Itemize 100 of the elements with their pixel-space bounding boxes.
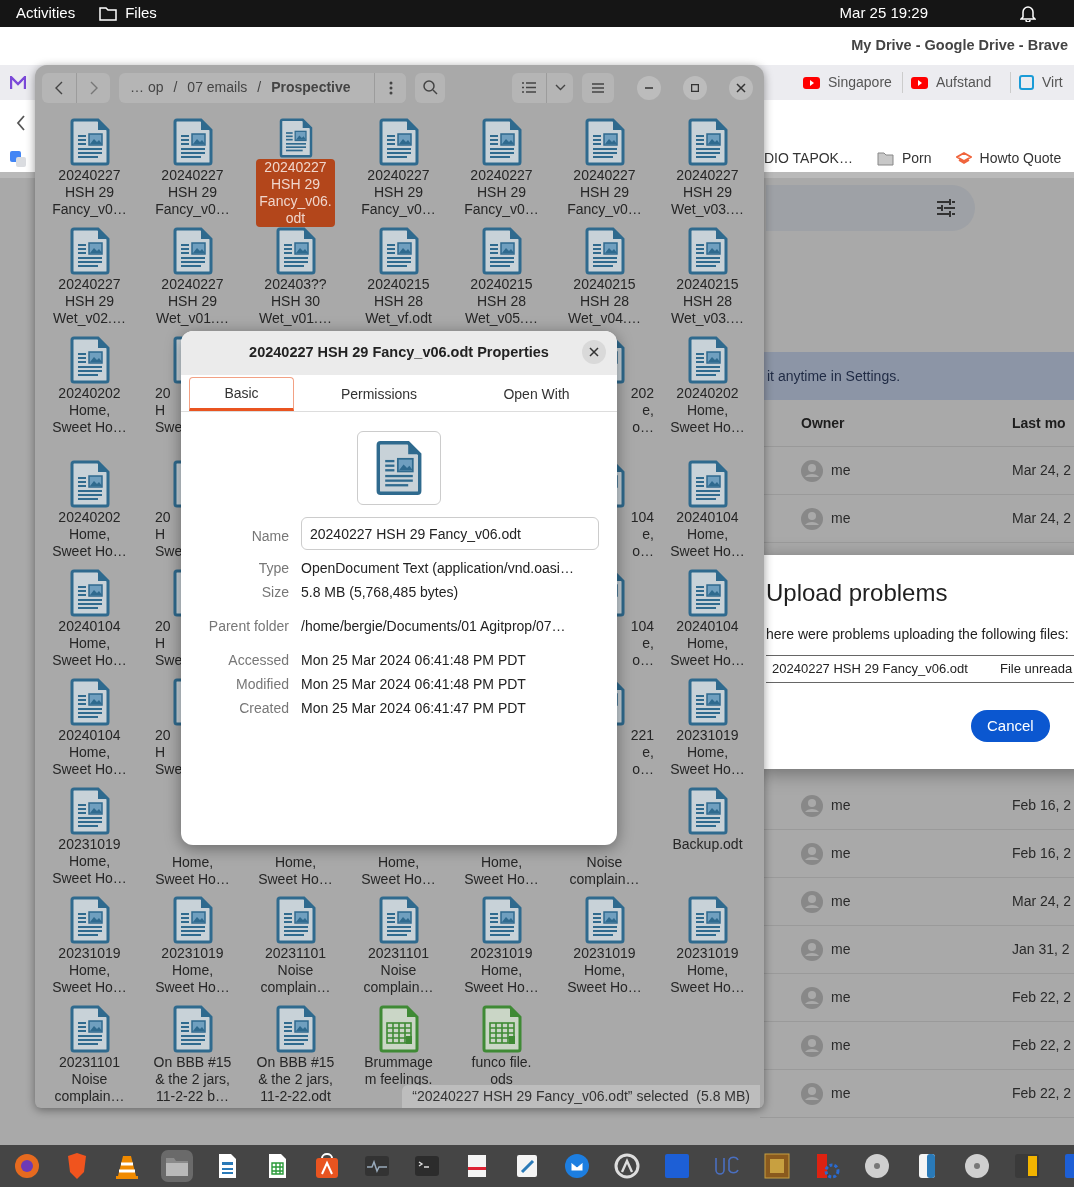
tab[interactable]: Open With [464, 377, 609, 411]
file-name[interactable]: 20240227 HSH 29 Fancy_v0… [152, 167, 233, 218]
file-name[interactable]: 20231019 Home, Sweet Ho… [564, 945, 645, 996]
file-name[interactable]: Home, Sweet Ho… [255, 854, 336, 888]
close-button[interactable] [729, 75, 753, 100]
file-name[interactable]: 20240202 Home, Sweet Ho… [49, 385, 130, 436]
file-name[interactable]: 20240215 HSH 28 Wet_v03.… [668, 276, 747, 327]
m-logo-icon[interactable] [10, 75, 26, 90]
avatar-icon [801, 938, 823, 961]
clock[interactable]: Mar 25 19:29 [839, 2, 928, 25]
breadcrumb[interactable]: … op [125, 77, 169, 98]
file-name[interactable]: 221 e, o… [630, 727, 656, 778]
file-name[interactable]: Home, Sweet Ho… [461, 854, 542, 888]
file-name[interactable]: 20 H Swe [141, 509, 186, 560]
maximize-button[interactable] [683, 75, 707, 100]
view-button[interactable] [512, 72, 546, 103]
browser-tab[interactable]: Virt [1011, 72, 1071, 93]
file-name[interactable]: 20240104 Home, Sweet Ho… [667, 618, 748, 669]
dialog-title: Upload problems [766, 579, 949, 608]
file-name[interactable]: 20240227 HSH 29 Fancy_v06. odt [256, 159, 335, 227]
file-name[interactable]: 202 e, o… [630, 385, 656, 436]
bookmark[interactable]: Porn [876, 148, 932, 169]
folder-icon[interactable] [161, 1150, 193, 1182]
file-name[interactable]: 20240202 Home, Sweet Ho… [49, 509, 130, 560]
file-name[interactable]: 20231019 Home, Sweet Ho… [49, 836, 130, 887]
file-name[interactable]: 20240227 HSH 29 Fancy_v0… [564, 167, 645, 218]
file-name[interactable]: Home, Sweet Ho… [358, 854, 439, 888]
file-name[interactable]: 20231019 Home, Sweet Ho… [667, 945, 748, 996]
square-icon [1019, 75, 1034, 90]
file-name[interactable]: 20 H Swe [141, 618, 186, 669]
filter-icon[interactable] [936, 199, 956, 217]
menu-button[interactable] [582, 72, 614, 103]
close-button[interactable] [582, 340, 606, 364]
dropdown-button[interactable] [546, 72, 573, 103]
list-icon [522, 82, 536, 93]
translate-icon[interactable] [10, 150, 26, 167]
file-name[interactable]: 202403?? HSH 30 Wet_v01.… [256, 276, 335, 327]
modified-date: Mar 24, 2 [1012, 461, 1072, 480]
file-name[interactable]: On BBB #15 & the 2 jars, 11-2-22 b… [150, 1054, 235, 1105]
file-name[interactable]: 20240215 HSH 28 Wet_v04.… [565, 276, 644, 327]
file-name[interactable]: 20240227 HSH 29 Wet_v03.… [668, 167, 747, 218]
file-name[interactable]: Backup.odt [669, 836, 746, 853]
file-name[interactable]: Home, Sweet Ho… [152, 854, 233, 888]
owner-name: me [831, 509, 851, 528]
breadcrumb[interactable]: Prospective [266, 77, 356, 98]
file-name[interactable]: 20240202 Home, Sweet Ho… [667, 385, 748, 436]
box-icon[interactable] [761, 1150, 793, 1182]
avatar-icon [801, 842, 823, 865]
field-label: Created [238, 698, 290, 718]
file-name[interactable]: 20240227 HSH 29 Wet_v02.… [50, 276, 129, 327]
file-name[interactable]: Brummage m feelings. [361, 1054, 436, 1088]
owner-name: me [831, 461, 851, 480]
file-name[interactable]: 20231101 Noise complain… [51, 1054, 128, 1105]
cancel-button[interactable]: Cancel [971, 709, 1050, 743]
file-name[interactable]: On BBB #15 & the 2 jars, 11-2-22.odt [253, 1054, 338, 1105]
file-name[interactable]: 20240227 HSH 29 Wet_v01.… [153, 276, 232, 327]
file-name[interactable]: 20 H Swe [141, 727, 186, 778]
status-overlay: “20240227 HSH 29 Fancy_v06.odt” selected (5.8 MB) [402, 1085, 760, 1108]
file-name[interactable]: 20231101 Noise complain… [257, 945, 334, 996]
back-icon[interactable] [16, 114, 26, 131]
file-name[interactable]: 20240215 HSH 28 Wet_v05.… [462, 276, 541, 327]
file-name[interactable]: 20231101 Noise complain… [360, 945, 437, 996]
bookmark[interactable]: Howto Quote [955, 148, 1062, 169]
file-name[interactable]: 20240227 HSH 29 Fancy_v0… [49, 167, 130, 218]
bell-icon[interactable] [1020, 5, 1036, 22]
browser-tab[interactable]: Singapore [795, 72, 903, 93]
search-field[interactable] [766, 185, 975, 231]
column-header[interactable]: Owner [760, 412, 1012, 434]
owner-name: me [831, 988, 851, 1007]
file-name[interactable]: 20240227 HSH 29 Fancy_v0… [461, 167, 542, 218]
file-name[interactable]: 20231019 Home, Sweet Ho… [152, 945, 233, 996]
file-name[interactable]: 20 H Swe [141, 385, 186, 436]
file-name[interactable]: 20240227 HSH 29 Fancy_v0… [358, 167, 439, 218]
name-field[interactable]: 20240227 HSH 29 Fancy_v06.odt [301, 517, 599, 550]
breadcrumb[interactable]: 07 emails [182, 77, 253, 98]
file-name[interactable]: 20231019 Home, Sweet Ho… [49, 945, 130, 996]
tab[interactable]: Permissions [294, 377, 464, 411]
file-name[interactable]: 20240104 Home, Sweet Ho… [49, 727, 130, 778]
file-name[interactable]: 104 e, o… [630, 618, 656, 669]
search-button[interactable] [415, 72, 445, 103]
file-name[interactable]: 20240215 HSH 28 Wet_vf.odt [362, 276, 435, 327]
file-name[interactable]: 20240104 Home, Sweet Ho… [667, 509, 748, 560]
file-name[interactable]: 20231019 Home, Sweet Ho… [461, 945, 542, 996]
tab[interactable]: Basic [189, 377, 294, 411]
app-menu[interactable]: Files [125, 2, 157, 25]
browser-tab[interactable]: Aufstand [903, 72, 1011, 93]
banner-text: it anytime in Settings. [767, 366, 901, 386]
file-name: 20240227 HSH 29 Fancy_v06.odt [771, 660, 969, 679]
maximize-icon [691, 83, 699, 92]
bookmark[interactable]: DIO TAPOK… [764, 148, 853, 169]
file-name[interactable]: 20240104 Home, Sweet Ho… [49, 618, 130, 669]
minimize-button[interactable] [637, 75, 661, 100]
file-name[interactable]: funco file. ods [468, 1054, 535, 1088]
column-header[interactable]: Last mo [1012, 412, 1066, 434]
activities-button[interactable]: Activities [16, 2, 76, 25]
folder-icon [99, 6, 118, 21]
file-name[interactable]: 20231019 Home, Sweet Ho… [667, 727, 748, 778]
avatar-icon [801, 794, 823, 817]
file-name[interactable]: Noise complain… [566, 854, 643, 888]
file-name[interactable]: 104 e, o… [630, 509, 656, 560]
